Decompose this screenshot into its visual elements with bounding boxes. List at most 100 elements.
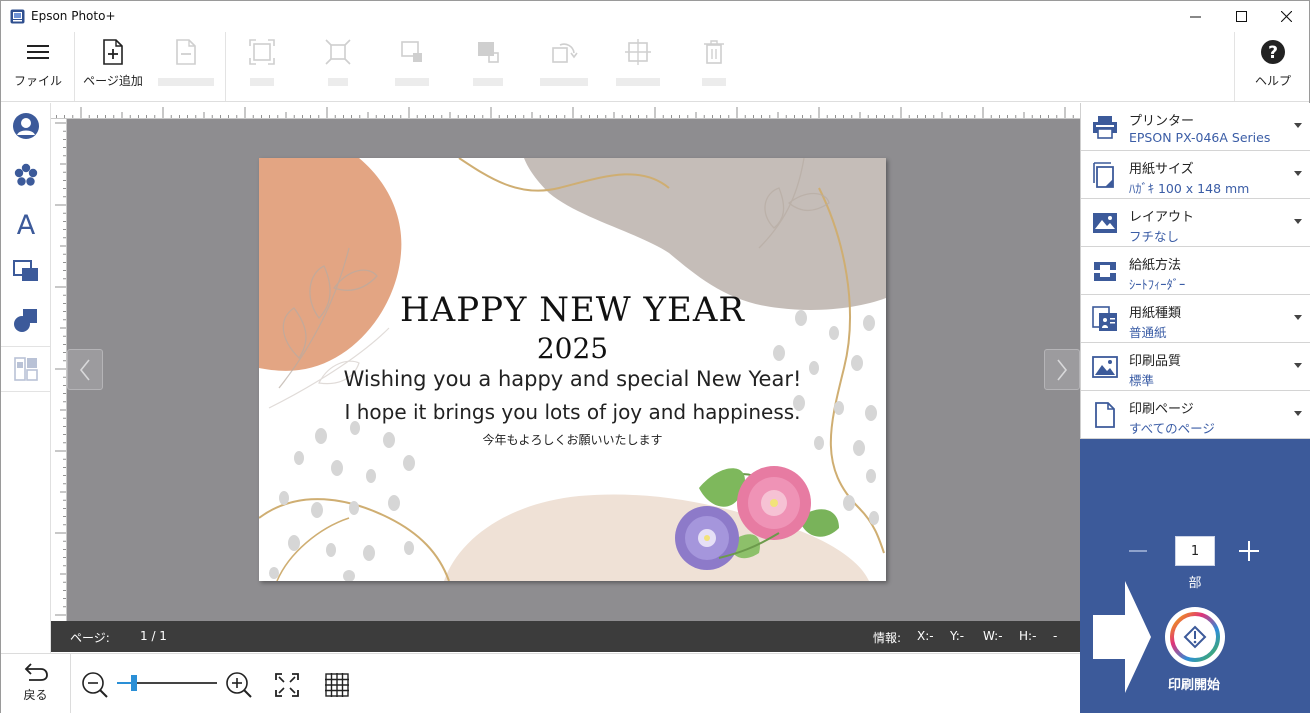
next-page-button[interactable] (1044, 349, 1080, 390)
rail-image-button[interactable] (1, 248, 50, 294)
title-bar: Epson Photo+ (1, 1, 1309, 32)
layout-icon (1093, 213, 1117, 233)
setting-layout[interactable]: レイアウト フチなし (1081, 199, 1310, 247)
canvas-area[interactable]: HAPPY NEW YEAR 2025 Wishing you a happy … (51, 103, 1080, 621)
minimize-icon (1189, 16, 1201, 18)
setting-paper-type[interactable]: 用紙種類 普通紙 (1081, 295, 1310, 343)
hamburger-menu-icon (27, 45, 49, 59)
toolbar-divider (225, 32, 226, 101)
bring-front-button[interactable] (383, 32, 441, 101)
setting-name: プリンター (1129, 114, 1195, 129)
fit-frame-icon (249, 39, 275, 65)
delete-button[interactable] (685, 32, 743, 101)
setting-value: 標準 (1129, 373, 1155, 388)
card-message-line-1[interactable]: Wishing you a happy and special New Year… (259, 367, 886, 391)
rail-layout-button[interactable] (1, 346, 50, 392)
help-icon: ? (1261, 40, 1285, 64)
setting-value: フチなし (1129, 229, 1180, 244)
start-print-label: 印刷開始 (1167, 678, 1220, 693)
send-back-button[interactable] (459, 32, 517, 101)
back-button[interactable]: 戻る (1, 654, 71, 713)
delete-page-button[interactable] (151, 32, 221, 101)
vertical-ruler (51, 119, 67, 621)
chevron-left-icon (79, 359, 90, 380)
status-bar: ページ: 1 / 1 情報: X:- Y:- W:- H:- - (51, 621, 1080, 652)
fit-to-window-icon[interactable] (274, 672, 300, 698)
prev-page-button[interactable] (67, 349, 103, 390)
paper-type-icon (1092, 306, 1117, 331)
rotate-button[interactable] (533, 32, 595, 101)
zoom-slider-thumb[interactable] (131, 675, 137, 691)
print-quality-icon (1092, 356, 1118, 378)
setting-print-pages[interactable]: 印刷ページ すべてのページ (1081, 391, 1310, 439)
rail-stamp-button[interactable] (1, 152, 50, 198)
rail-person-button[interactable] (1, 103, 50, 149)
close-icon (1280, 11, 1292, 22)
card-japanese-greeting[interactable]: 今年もよろしくお願いいたします (259, 431, 886, 448)
flower-stamp-icon (14, 163, 37, 186)
svg-text:?: ? (1268, 43, 1278, 63)
svg-text:A: A (16, 210, 35, 237)
card-message-line-2[interactable]: I hope it brings you lots of joy and hap… (259, 400, 886, 424)
toolbar-divider (1234, 32, 1235, 101)
back-label: 戻る (23, 688, 48, 702)
rail-text-button[interactable]: A (1, 200, 50, 246)
center-align-icon (625, 39, 651, 65)
print-start-icon (1165, 607, 1225, 667)
setting-paper-size[interactable]: 用紙サイズ ﾊｶﾞｷ 100 x 148 mm (1081, 151, 1310, 199)
chevron-down-icon (1294, 123, 1302, 128)
file-menu-label: ファイル (13, 74, 62, 88)
bottom-bar: 戻る (1, 653, 1080, 713)
start-print-button[interactable] (1164, 606, 1226, 668)
horizontal-ruler (51, 103, 1080, 119)
setting-name: 用紙種類 (1129, 306, 1182, 321)
paper-size-icon (1093, 162, 1114, 188)
help-button[interactable]: ? ヘルプ (1241, 32, 1305, 101)
setting-name: 印刷品質 (1129, 354, 1182, 369)
chevron-right-icon (1057, 359, 1068, 380)
trash-icon (704, 40, 724, 64)
tool-rail: A (1, 103, 51, 653)
copies-unit-label: 部 (1188, 576, 1202, 591)
minimize-button[interactable] (1172, 1, 1218, 32)
setting-print-quality[interactable]: 印刷品質 標準 (1081, 343, 1310, 391)
extra-readout: - (1053, 629, 1058, 643)
setting-name: 用紙サイズ (1129, 162, 1194, 177)
card-headline[interactable]: HAPPY NEW YEAR (259, 290, 886, 330)
file-menu-button[interactable]: ファイル (7, 32, 69, 101)
print-panel: 1 部 印刷開始 (1080, 439, 1310, 713)
grid-icon[interactable] (324, 672, 350, 698)
rail-shapes-button[interactable] (1, 297, 50, 343)
image-frame-icon (12, 260, 38, 281)
add-page-label: ページ追加 (83, 74, 143, 88)
close-button[interactable] (1263, 1, 1309, 32)
zoom-out-icon[interactable] (81, 671, 109, 699)
chevron-down-icon (1294, 171, 1302, 176)
card-year[interactable]: 2025 (259, 332, 886, 365)
setting-printer[interactable]: プリンター EPSON PX-046A Series (1081, 103, 1310, 151)
rotate-icon (552, 43, 578, 63)
print-pages-icon (1095, 402, 1115, 428)
setting-name: 給紙方法 (1129, 258, 1182, 273)
chevron-down-icon (1294, 363, 1302, 368)
h-readout: H:- (1019, 629, 1037, 643)
shapes-icon (13, 309, 37, 332)
zoom-in-icon[interactable] (225, 671, 253, 699)
maximize-button[interactable] (1218, 1, 1264, 32)
setting-value: すべてのページ (1129, 421, 1215, 436)
chevron-down-icon (1294, 315, 1302, 320)
text-icon: A (16, 210, 35, 237)
zoom-slider[interactable] (117, 675, 217, 691)
setting-paper-feed[interactable]: 給紙方法 ｼｰﾄﾌｨｰﾀﾞｰ (1081, 247, 1310, 295)
fill-frame-icon (325, 39, 351, 65)
decrease-copies-icon[interactable] (1127, 541, 1149, 561)
fit-button[interactable] (233, 32, 291, 101)
fill-button[interactable] (309, 32, 367, 101)
copies-input[interactable]: 1 (1175, 536, 1215, 566)
greeting-card[interactable]: HAPPY NEW YEAR 2025 Wishing you a happy … (259, 158, 886, 581)
center-button[interactable] (609, 32, 667, 101)
paper-feed-icon (1094, 262, 1116, 281)
chevron-down-icon (1294, 411, 1302, 416)
add-page-button[interactable]: ページ追加 (79, 32, 147, 101)
increase-copies-icon[interactable] (1238, 540, 1260, 562)
